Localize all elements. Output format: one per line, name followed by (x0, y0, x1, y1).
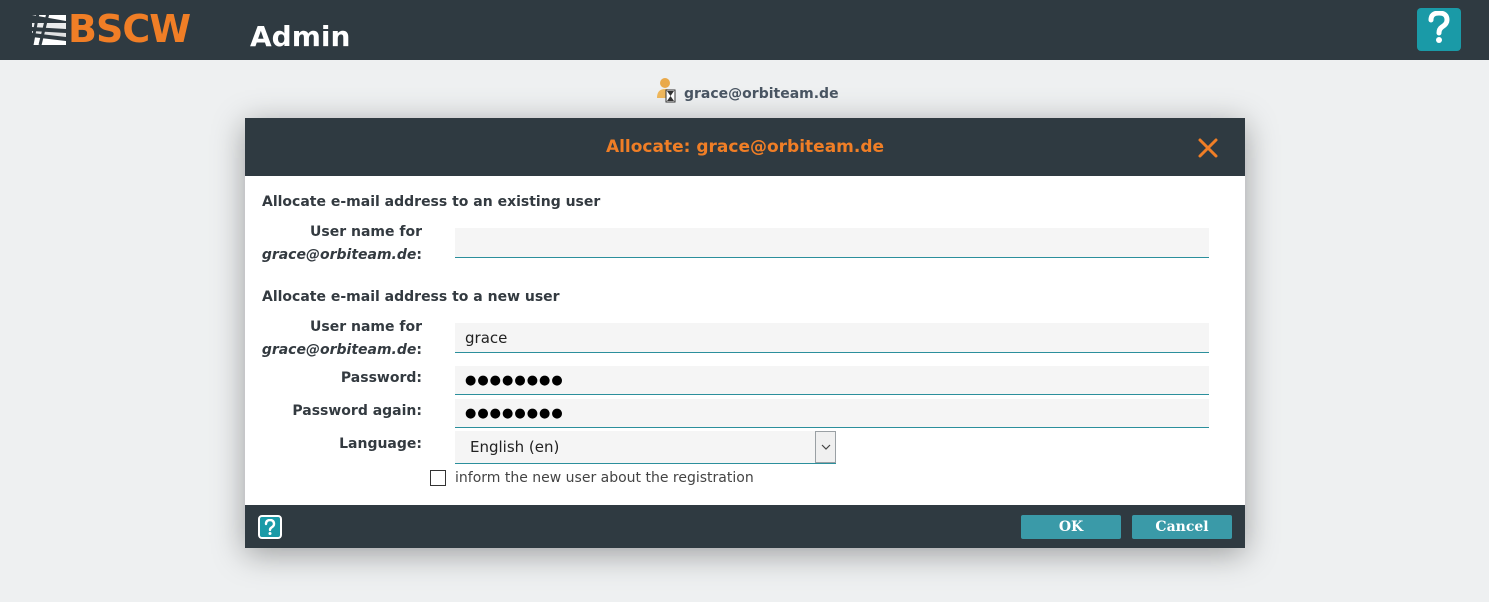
inform-user-row: inform the new user about the registrati… (430, 470, 754, 486)
inform-user-label[interactable]: inform the new user about the registrati… (455, 470, 754, 486)
language-select[interactable]: English (en) (455, 431, 836, 464)
help-button[interactable] (1417, 8, 1461, 51)
new-username-input[interactable]: grace (455, 323, 1209, 353)
cancel-button[interactable]: Cancel (1132, 515, 1232, 539)
existing-username-label: User name for grace@orbiteam.de: (262, 221, 422, 267)
dialog-footer: OK Cancel (245, 505, 1245, 548)
language-label: Language: (339, 436, 422, 452)
chevron-down-icon[interactable] (815, 431, 836, 463)
help-icon (1426, 10, 1452, 48)
help-icon[interactable] (258, 515, 282, 539)
logo[interactable]: BSCW (30, 7, 191, 51)
password-label: Password: (340, 370, 422, 386)
bscw-logo-icon (30, 11, 68, 47)
top-bar: BSCW Admin (0, 0, 1489, 60)
logo-text: BSCW (68, 7, 191, 51)
user-info: grace@orbiteam.de (656, 74, 839, 104)
user-email: grace@orbiteam.de (684, 86, 839, 102)
password-again-label: Password again: (292, 403, 422, 419)
ok-button[interactable]: OK (1021, 515, 1121, 539)
password-again-input[interactable]: ●●●●●●●● (455, 399, 1209, 428)
existing-user-heading: Allocate e-mail address to an existing u… (262, 194, 601, 210)
label-line: User name for (310, 319, 422, 335)
existing-username-input[interactable] (455, 228, 1209, 258)
dialog-header: Allocate: grace@orbiteam.de (245, 118, 1245, 176)
label-line: User name for (310, 224, 422, 240)
user-pending-icon (656, 76, 680, 104)
new-user-heading: Allocate e-mail address to a new user (262, 289, 560, 305)
label-email: grace@orbiteam.de (261, 342, 417, 358)
inform-user-checkbox[interactable] (430, 470, 446, 486)
language-value: English (en) (470, 438, 560, 456)
label-email: grace@orbiteam.de (261, 247, 417, 263)
password-input[interactable]: ●●●●●●●● (455, 366, 1209, 395)
new-username-label: User name for grace@orbiteam.de: (262, 316, 422, 362)
dialog-title: Allocate: grace@orbiteam.de (605, 137, 885, 157)
allocate-dialog: Allocate: grace@orbiteam.de Allocate e-m… (245, 118, 1245, 548)
page-title: Admin (250, 20, 351, 53)
close-icon[interactable] (1197, 137, 1219, 159)
